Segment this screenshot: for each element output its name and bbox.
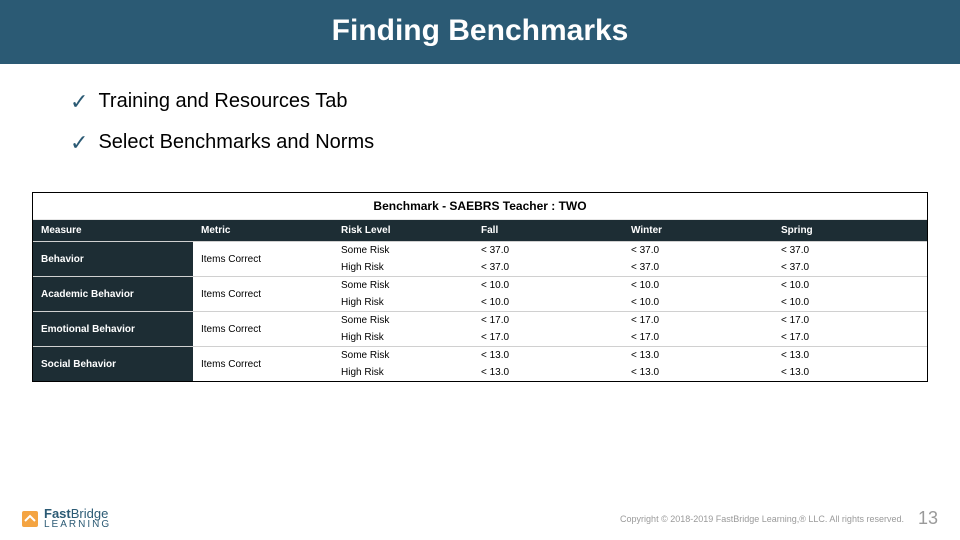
cell-value: < 17.0 — [623, 329, 773, 346]
cell-value: < 10.0 — [473, 277, 623, 294]
table-row: Behavior Items Correct Some Risk High Ri… — [33, 241, 927, 276]
bullet-item: ✓ Select Benchmarks and Norms — [70, 131, 890, 154]
cell-value: < 10.0 — [623, 294, 773, 311]
cell-value: < 13.0 — [473, 364, 623, 381]
cell-value: < 17.0 — [473, 312, 623, 329]
winter-cell: < 37.0 < 37.0 — [623, 242, 773, 276]
metric-cell: Items Correct — [193, 312, 333, 346]
footer: FastBridge Learning Copyright © 2018-201… — [0, 507, 960, 530]
bullet-text: Select Benchmarks and Norms — [98, 131, 374, 154]
cell-value: < 37.0 — [623, 242, 773, 259]
cell-value: < 17.0 — [473, 329, 623, 346]
bullet-item: ✓ Training and Resources Tab — [70, 90, 890, 113]
cell-value: < 10.0 — [773, 294, 923, 311]
risk-value: Some Risk — [333, 277, 473, 294]
winter-cell: < 10.0 < 10.0 — [623, 277, 773, 311]
slide: Finding Benchmarks ✓ Training and Resour… — [0, 0, 960, 540]
spring-cell: < 37.0 < 37.0 — [773, 242, 923, 276]
check-icon: ✓ — [70, 91, 88, 113]
cell-value: < 37.0 — [473, 242, 623, 259]
benchmark-table: Benchmark - SAEBRS Teacher : TWO Measure… — [32, 192, 928, 382]
metric-cell: Items Correct — [193, 242, 333, 276]
logo-icon — [22, 511, 38, 527]
page-number: 13 — [918, 508, 938, 529]
cell-value: High Risk — [333, 364, 473, 381]
cell-value: < 13.0 — [623, 347, 773, 364]
cell-value: < 10.0 — [623, 277, 773, 294]
cell-value: < 37.0 — [473, 259, 623, 276]
cell-value: < 37.0 — [773, 242, 923, 259]
risk-cell: Some Risk High Risk — [333, 312, 473, 346]
table-row: Academic Behavior Items Correct Some Ris… — [33, 276, 927, 311]
cell-value: < 37.0 — [623, 259, 773, 276]
fall-cell: < 37.0 < 37.0 — [473, 242, 623, 276]
bullet-list: ✓ Training and Resources Tab ✓ Select Be… — [0, 64, 960, 182]
col-fall: Fall — [473, 220, 623, 241]
risk-cell: Some Risk High Risk — [333, 277, 473, 311]
logo-word-learning: Learning — [44, 520, 111, 530]
copyright-text: Copyright © 2018-2019 FastBridge Learnin… — [620, 514, 904, 524]
col-winter: Winter — [623, 220, 773, 241]
cell-value: < 13.0 — [623, 364, 773, 381]
metric-cell: Items Correct — [193, 347, 333, 381]
cell-value: < 13.0 — [773, 364, 923, 381]
cell-value: < 13.0 — [773, 347, 923, 364]
cell-value: < 37.0 — [773, 259, 923, 276]
risk-value: High Risk — [333, 259, 473, 276]
risk-cell: Some Risk High Risk — [333, 347, 473, 381]
check-icon: ✓ — [70, 132, 88, 154]
measure-cell: Social Behavior — [33, 347, 193, 381]
table-row: Emotional Behavior Items Correct Some Ri… — [33, 311, 927, 346]
cell-value: < 17.0 — [773, 312, 923, 329]
risk-cell: Some Risk High Risk — [333, 242, 473, 276]
table-row: Social Behavior Items Correct Some Risk … — [33, 346, 927, 381]
fall-cell: < 17.0 < 17.0 — [473, 312, 623, 346]
cell-value: < 17.0 — [623, 312, 773, 329]
winter-cell: < 17.0 < 17.0 — [623, 312, 773, 346]
cell-value: < 10.0 — [773, 277, 923, 294]
cell-value: Some Risk — [333, 312, 473, 329]
logo-text: FastBridge Learning — [44, 507, 111, 530]
cell-value: < 17.0 — [773, 329, 923, 346]
table-header-row: Measure Metric Risk Level Fall Winter Sp… — [33, 220, 927, 241]
cell-value: High Risk — [333, 329, 473, 346]
spring-cell: < 13.0 < 13.0 — [773, 347, 923, 381]
spring-cell: < 17.0 < 17.0 — [773, 312, 923, 346]
measure-cell: Behavior — [33, 242, 193, 276]
cell-value: < 10.0 — [473, 294, 623, 311]
col-measure: Measure — [33, 220, 193, 241]
metric-cell: Items Correct — [193, 277, 333, 311]
winter-cell: < 13.0 < 13.0 — [623, 347, 773, 381]
risk-value: High Risk — [333, 294, 473, 311]
cell-value: Some Risk — [333, 347, 473, 364]
risk-value: Some Risk — [333, 242, 473, 259]
spring-cell: < 10.0 < 10.0 — [773, 277, 923, 311]
col-risk-level: Risk Level — [333, 220, 473, 241]
fall-cell: < 13.0 < 13.0 — [473, 347, 623, 381]
fall-cell: < 10.0 < 10.0 — [473, 277, 623, 311]
slide-title: Finding Benchmarks — [0, 0, 960, 64]
footer-right: Copyright © 2018-2019 FastBridge Learnin… — [620, 508, 938, 529]
col-spring: Spring — [773, 220, 923, 241]
bullet-text: Training and Resources Tab — [98, 90, 347, 113]
table-title: Benchmark - SAEBRS Teacher : TWO — [33, 193, 927, 220]
measure-cell: Emotional Behavior — [33, 312, 193, 346]
cell-value: < 13.0 — [473, 347, 623, 364]
col-metric: Metric — [193, 220, 333, 241]
measure-cell: Academic Behavior — [33, 277, 193, 311]
fastbridge-logo: FastBridge Learning — [22, 507, 111, 530]
